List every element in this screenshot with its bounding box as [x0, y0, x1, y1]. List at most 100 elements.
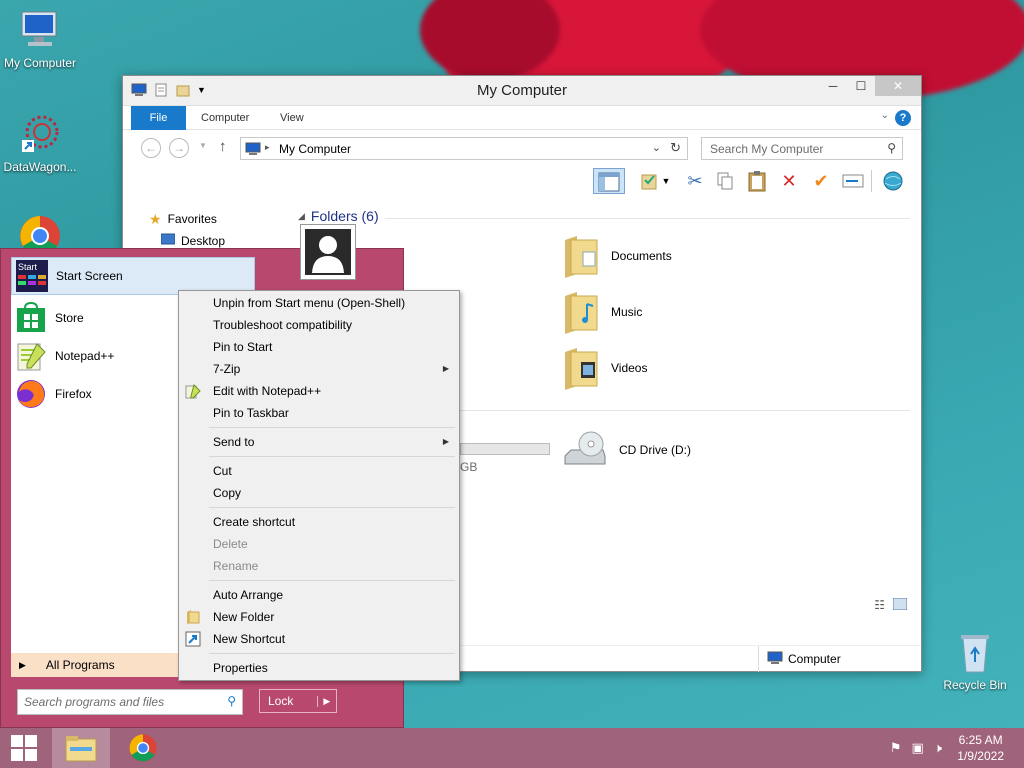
forward-button[interactable]: → — [169, 138, 189, 158]
taskbar-explorer[interactable] — [52, 728, 110, 768]
shortcut-small-icon — [185, 631, 201, 647]
ctx-pin-taskbar[interactable]: Pin to Taskbar — [179, 402, 459, 424]
search-icon: ⚲ — [887, 141, 896, 155]
ctx-edit-notepadpp[interactable]: Edit with Notepad++ — [179, 380, 459, 402]
start-screen-icon: Start — [16, 260, 48, 292]
desktop-icon-datawagon[interactable]: DataWagon... — [0, 112, 80, 174]
nav-favorites-label: Favorites — [167, 212, 217, 226]
folder-music[interactable]: Music — [563, 290, 642, 334]
ctx-7zip[interactable]: 7-Zip ▶ — [179, 358, 459, 380]
network-icon[interactable]: ▣ — [912, 740, 924, 756]
details-view-icon[interactable]: ☷ — [874, 598, 885, 613]
nav-favorites[interactable]: ★ Favorites — [149, 208, 293, 230]
title-bar: ▼ My Computer ─ ☐ ✕ — [123, 76, 921, 106]
action-center-flag-icon[interactable]: ⚑ — [890, 740, 902, 756]
folders-section-label: Folders (6) — [310, 208, 379, 224]
firefox-icon — [15, 378, 47, 410]
start-item-label: Notepad++ — [55, 349, 115, 363]
delete-icon[interactable]: ✕ — [775, 168, 803, 194]
folder-label: Documents — [611, 249, 672, 263]
up-button[interactable]: ↑ — [219, 138, 227, 155]
store-icon — [15, 301, 47, 334]
recent-locations-icon[interactable]: ▼ — [199, 141, 207, 150]
ctx-7zip-label: 7-Zip — [213, 362, 241, 376]
refresh-icon[interactable]: ↻ — [670, 140, 681, 156]
copy-icon[interactable] — [711, 168, 739, 194]
ctx-pin-to-start[interactable]: Pin to Start — [179, 336, 459, 358]
ctx-auto-arrange[interactable]: Auto Arrange — [179, 584, 459, 606]
clock[interactable]: 6:25 AM 1/9/2022 — [957, 732, 1004, 764]
folder-documents[interactable]: Documents — [563, 234, 672, 278]
ctx-rename[interactable]: Rename — [179, 555, 459, 577]
lock-options-button[interactable]: ▶ — [316, 695, 336, 707]
ctx-new-folder-label: New Folder — [213, 610, 275, 624]
navigation-pane: ★ Favorites Desktop — [143, 208, 293, 252]
ctx-copy[interactable]: Copy — [179, 482, 459, 504]
maximize-button[interactable]: ☐ — [847, 76, 875, 96]
ctx-send-to[interactable]: Send to ▶ — [179, 431, 459, 453]
ctx-send-to-label: Send to — [213, 435, 255, 449]
minimize-button[interactable]: ─ — [819, 76, 847, 96]
rename-icon[interactable] — [839, 168, 867, 194]
help-icon[interactable]: ? — [895, 110, 911, 126]
folder-label: Videos — [611, 361, 648, 375]
lock-button[interactable]: Lock ▶ — [259, 689, 337, 713]
ctx-troubleshoot[interactable]: Troubleshoot compatibility — [179, 314, 459, 336]
ctx-delete[interactable]: Delete — [179, 533, 459, 555]
start-item-label: Store — [55, 311, 84, 325]
folders-section-header[interactable]: ◢ Folders (6) — [298, 208, 379, 224]
ctx-properties[interactable]: Properties — [179, 657, 459, 679]
globe-icon[interactable] — [879, 168, 907, 194]
address-bar-row: ← → ▼ ↑ ▸ My Computer ⌄ ↻ Search My Comp… — [123, 130, 921, 164]
desktop-icon-label: Recycle Bin — [943, 678, 1007, 692]
chrome-icon — [129, 734, 157, 762]
cut-icon[interactable]: ✂ — [681, 168, 709, 194]
taskbar-chrome[interactable] — [114, 728, 172, 768]
check-icon[interactable]: ✔ — [807, 168, 835, 194]
all-programs-label: All Programs — [45, 658, 115, 672]
chevron-down-icon[interactable]: ▼ — [659, 168, 673, 194]
folder-videos[interactable]: Videos — [563, 346, 647, 390]
desktop-icon-my-computer[interactable]: My Computer — [0, 8, 80, 70]
desktop-icon-label: My Computer — [3, 56, 77, 70]
back-button[interactable]: ← — [141, 138, 161, 158]
ctx-new-folder[interactable]: New Folder — [179, 606, 459, 628]
star-icon: ★ — [149, 211, 162, 227]
collapse-icon: ◢ — [298, 210, 305, 221]
tab-view[interactable]: View — [268, 106, 316, 130]
section-divider — [385, 218, 910, 219]
ctx-create-shortcut[interactable]: Create shortcut — [179, 511, 459, 533]
system-tray: ⚑ ▣ 🕨 — [890, 740, 942, 756]
ribbon-expand-icon[interactable]: ⌄ — [881, 110, 889, 121]
start-item-label: Firefox — [55, 387, 92, 401]
volume-muted-icon[interactable]: 🕨 — [934, 740, 942, 756]
start-search-input[interactable]: Search programs and files ⚲ — [17, 689, 243, 715]
preview-pane-icon[interactable] — [593, 168, 625, 194]
ctx-cut[interactable]: Cut — [179, 460, 459, 482]
search-input[interactable]: Search My Computer ⚲ — [701, 137, 903, 160]
address-field[interactable]: ▸ My Computer ⌄ ↻ — [240, 137, 688, 160]
breadcrumb-separator-icon: ▸ — [265, 142, 270, 152]
notepadpp-small-icon — [185, 383, 201, 399]
clock-date: 1/9/2022 — [957, 749, 1004, 763]
ctx-unpin-start[interactable]: Unpin from Start menu (Open-Shell) — [179, 292, 459, 314]
menu-separator — [209, 507, 455, 508]
ctx-new-shortcut[interactable]: New Shortcut — [179, 628, 459, 650]
tab-computer[interactable]: Computer — [189, 106, 261, 130]
start-item-label: Start Screen — [56, 269, 123, 283]
paste-icon[interactable] — [743, 168, 771, 194]
window-controls: ─ ☐ ✕ — [819, 76, 921, 96]
large-icons-view-icon[interactable] — [892, 597, 908, 613]
datawagon-icon — [18, 112, 62, 156]
recycle-bin-icon — [953, 630, 997, 674]
user-avatar[interactable] — [300, 224, 356, 280]
tab-file[interactable]: File — [131, 106, 186, 130]
address-dropdown-icon[interactable]: ⌄ — [652, 141, 661, 154]
menu-separator — [209, 653, 455, 654]
computer-small-icon — [245, 141, 261, 160]
status-location-label: Computer — [788, 652, 841, 666]
start-button[interactable] — [0, 728, 48, 768]
close-button[interactable]: ✕ — [875, 76, 921, 96]
cd-drive[interactable]: CD Drive (D:) — [563, 430, 691, 470]
desktop-icon-recycle-bin[interactable]: Recycle Bin — [935, 630, 1015, 692]
